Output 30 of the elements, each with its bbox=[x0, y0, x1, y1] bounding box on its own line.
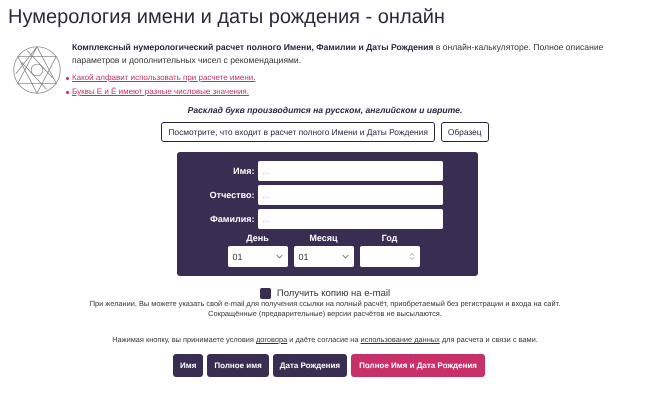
spinner-arrows-icon bbox=[408, 252, 414, 261]
date-select[interactable]: 01 bbox=[228, 246, 288, 267]
name-input[interactable]: ... bbox=[258, 209, 442, 229]
name-input[interactable]: ... bbox=[258, 185, 442, 205]
bullet-icon bbox=[66, 76, 69, 80]
email-checkbox[interactable] bbox=[260, 288, 271, 299]
page-title: Нумерология имени и даты рождения - онлайн bbox=[8, 6, 446, 29]
info-link[interactable]: Какой алфавит использовать при расчете имени. bbox=[72, 71, 256, 85]
year-input[interactable] bbox=[360, 246, 420, 267]
date-label: Год bbox=[382, 233, 398, 243]
calculate-button[interactable]: Дата Рождения bbox=[272, 354, 348, 377]
language-note: Расклад букв производится на русском, английском и иврите. bbox=[186, 105, 464, 115]
name-input[interactable]: ... bbox=[258, 161, 442, 181]
calculate-button[interactable]: Имя bbox=[173, 354, 204, 377]
chevron-down-icon bbox=[276, 254, 282, 259]
calculate-button[interactable]: Полное имя bbox=[207, 354, 269, 377]
info-button[interactable]: Образец bbox=[440, 122, 489, 142]
bullet-icon bbox=[66, 90, 69, 94]
field-label: Фамилия: bbox=[210, 214, 254, 224]
info-link[interactable]: Буквы Е и Ё имеют разные числовые значения. bbox=[72, 85, 249, 99]
field-label: Отчество: bbox=[210, 190, 254, 200]
calculate-button[interactable]: Полное Имя и Дата Рождения bbox=[351, 354, 485, 377]
chevron-down-icon bbox=[342, 254, 348, 259]
date-label: Месяц bbox=[309, 233, 338, 243]
date-select[interactable]: 01 bbox=[294, 246, 354, 267]
description-text: Комплексный нумерологический расчет полного Имени, Фамилии и Даты Рождения в онлайн-калькуляторе. Полное описание параметров и дополнительных чисел с рекомендациями. bbox=[72, 41, 604, 67]
field-label: Имя: bbox=[233, 166, 254, 176]
date-label: День bbox=[246, 233, 269, 243]
info-button[interactable]: Посмотрите, что входит в расчет полного Имени и Даты Рождения bbox=[161, 122, 435, 142]
checkbox-label: Получить копию на e-mail bbox=[276, 288, 390, 299]
